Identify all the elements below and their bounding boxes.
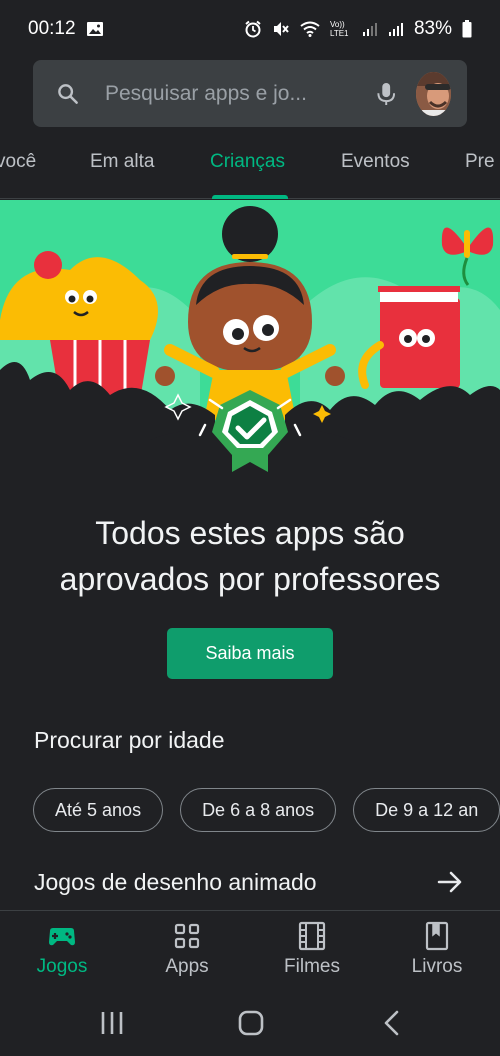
apps-grid-icon [174,923,200,949]
tab-eventos[interactable]: Eventos [341,151,410,173]
microphone-icon[interactable] [376,79,396,109]
back-icon[interactable] [382,1010,402,1036]
wifi-icon [300,21,320,37]
nav-apps[interactable]: Apps [137,921,237,978]
tab-criancas[interactable]: Crianças [210,151,285,173]
alarm-icon [245,20,261,38]
headline-line-2: aprovados por professores [59,561,441,597]
chip-9-to-12[interactable]: De 9 a 12 an [353,788,500,832]
status-bar: 00:12 Vo)) LTE1 83% [0,0,500,58]
chip-6-to-8[interactable]: De 6 a 8 anos [180,788,337,832]
nav-apps-label: Apps [165,956,209,977]
gamepad-icon [49,928,75,946]
learn-more-button[interactable]: Saiba mais [167,628,333,679]
home-icon[interactable] [238,1010,264,1036]
gallery-notification-icon [86,22,103,36]
nav-books[interactable]: Livros [387,921,487,978]
tab-em-alta[interactable]: Em alta [90,151,154,173]
teacher-approved-illustration [0,200,500,480]
category-tabs: você Em alta Crianças Eventos Pre [0,127,500,199]
film-icon [298,921,326,951]
active-tab-indicator [212,195,288,199]
status-time: 00:12 [28,18,76,39]
battery-level: 83% [413,18,452,39]
nav-games[interactable]: Jogos [12,921,112,978]
kids-illustration-banner [0,200,500,480]
nav-books-label: Livros [411,956,463,977]
tab-premium[interactable]: Pre [465,151,495,173]
cartoon-games-title[interactable]: Jogos de desenho animado [34,869,317,896]
search-input[interactable] [105,81,376,106]
status-icons: Vo)) LTE1 83% [244,18,472,40]
play-store-kids-page: 00:12 Vo)) LTE1 83% Pesquisar apps e jo.… [0,0,500,1056]
age-section-title: Procurar por idade [34,727,225,753]
network-label: Vo)) LTE1 [329,20,349,38]
age-chips: Até 5 anos De 6 a 8 anos De 9 a 12 an [33,788,500,832]
mute-icon [273,22,289,36]
bottom-navigation: Jogos Apps Filmes Livros [0,910,500,996]
search-bar[interactable] [33,60,467,127]
profile-photo [416,71,451,116]
system-navigation-bar [0,996,500,1056]
promo-headline: Todos estes apps são aprovados por profe… [0,510,500,602]
chip-up-to-5[interactable]: Até 5 anos [33,788,164,832]
search-icon[interactable] [57,80,79,108]
arrow-right-icon[interactable] [436,868,464,896]
book-icon [425,921,449,951]
nav-movies[interactable]: Filmes [262,921,362,978]
avatar[interactable] [416,71,451,116]
tab-voce[interactable]: você [0,151,36,173]
headline-line-1: Todos estes apps são [95,515,405,551]
signal-icon-2 [388,23,403,36]
signal-icon [362,23,377,36]
battery-icon [462,20,472,38]
nav-games-label: Jogos [36,956,88,977]
recent-apps-icon[interactable] [100,1010,124,1036]
nav-movies-label: Filmes [284,956,340,977]
